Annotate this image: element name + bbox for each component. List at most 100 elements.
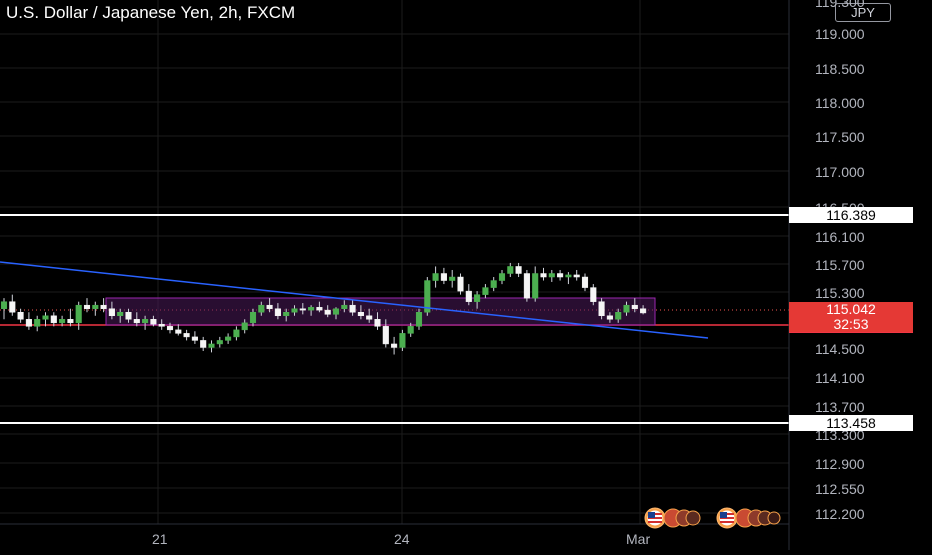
candle	[67, 308, 74, 327]
candle-body	[540, 273, 547, 278]
price-tick-label: 119.000	[815, 26, 865, 42]
candle-body	[274, 308, 281, 317]
candle	[548, 269, 555, 282]
candle-body	[249, 311, 257, 324]
candle-body	[142, 319, 149, 324]
candle-body	[432, 273, 439, 281]
candle-body	[241, 322, 248, 331]
candle-body	[482, 287, 489, 295]
candle	[540, 267, 547, 281]
candle-body	[133, 319, 140, 324]
candle-body	[208, 343, 215, 348]
candle-body	[216, 340, 223, 345]
candle-body	[108, 308, 115, 317]
candle-body	[357, 311, 364, 317]
time-tick-label: 21	[152, 531, 168, 547]
candle	[216, 336, 223, 348]
level-price-label: 116.389	[789, 207, 913, 223]
candle-body	[349, 304, 356, 313]
candle	[175, 324, 182, 336]
candle-body	[332, 308, 340, 315]
candle-body	[34, 319, 41, 327]
chart-area[interactable]: U.S. Dollar / Japanese Yen, 2h, FXCM JPY…	[0, 0, 932, 550]
candle-body	[391, 343, 398, 348]
candle-body	[440, 273, 447, 281]
candle	[557, 269, 564, 281]
level-price-label: 113.458	[789, 415, 913, 431]
candle	[515, 262, 522, 278]
bar-countdown: 32:53	[833, 316, 869, 332]
us-flag-icon	[644, 507, 701, 529]
candle	[490, 277, 497, 292]
price-tick-label: 112.900	[815, 456, 865, 472]
candle-body	[532, 273, 539, 299]
current-price-label: 115.042 32:53	[789, 302, 913, 332]
price-tick-label: 115.300	[815, 285, 865, 301]
candle	[25, 312, 32, 330]
candle-body	[92, 304, 99, 309]
candle-body	[200, 340, 207, 348]
candle	[532, 266, 539, 302]
candle-body	[374, 319, 381, 327]
candle-body	[449, 276, 456, 281]
candle	[50, 312, 57, 327]
candle-body	[474, 294, 481, 302]
candle-body	[548, 273, 555, 278]
candle-body	[0, 301, 8, 309]
price-tick-label: 117.500	[815, 129, 865, 145]
candle-body	[75, 304, 82, 324]
candle	[507, 262, 514, 278]
candle-body	[258, 304, 265, 313]
price-tick-label: 114.100	[815, 370, 865, 386]
candle	[233, 326, 240, 341]
candle-body	[166, 326, 174, 331]
candle-body	[565, 274, 572, 278]
candle-body	[17, 311, 24, 320]
price-tick-label: 112.550	[815, 481, 865, 497]
candle-body	[590, 287, 597, 302]
candle	[523, 269, 530, 302]
price-tick-label: 115.700	[815, 257, 865, 273]
candle	[391, 336, 398, 355]
price-chart[interactable]	[0, 0, 932, 550]
candle	[17, 308, 24, 323]
candle	[482, 284, 489, 299]
candle	[498, 269, 506, 285]
candle-body	[465, 290, 472, 302]
candle	[34, 315, 41, 332]
candle-body	[557, 273, 564, 278]
candle-body	[399, 333, 406, 348]
us-flag-icon	[716, 507, 781, 529]
candle-body	[316, 307, 323, 311]
candle	[432, 266, 439, 288]
current-price-value: 115.042	[826, 301, 876, 317]
candle-body	[631, 304, 638, 309]
candle-body	[615, 311, 622, 320]
candle	[225, 333, 232, 344]
candle	[573, 269, 580, 281]
candle-body	[67, 319, 74, 324]
candle-body	[175, 329, 182, 334]
candle-body	[266, 304, 273, 309]
price-tick-label: 116.100	[815, 229, 865, 245]
candle-body	[233, 329, 240, 338]
candle-body	[283, 311, 290, 317]
grid	[0, 0, 789, 524]
candle	[92, 301, 99, 316]
candle	[183, 329, 190, 341]
price-tick-label: 118.500	[815, 61, 865, 77]
candle-body	[117, 311, 124, 317]
candle-body	[299, 308, 306, 311]
candle-body	[158, 323, 165, 327]
candle-body	[25, 319, 32, 327]
candle-body	[640, 308, 647, 314]
candle	[208, 340, 215, 353]
candle-body	[515, 266, 522, 274]
candle	[191, 331, 198, 344]
candle-body	[42, 315, 49, 320]
price-tick-label: 112.200	[815, 506, 865, 522]
chart-title[interactable]: U.S. Dollar / Japanese Yen, 2h, FXCM	[6, 3, 295, 23]
economic-events-flags[interactable]	[636, 507, 788, 529]
candle-body	[581, 276, 589, 288]
candle-body	[324, 309, 331, 315]
